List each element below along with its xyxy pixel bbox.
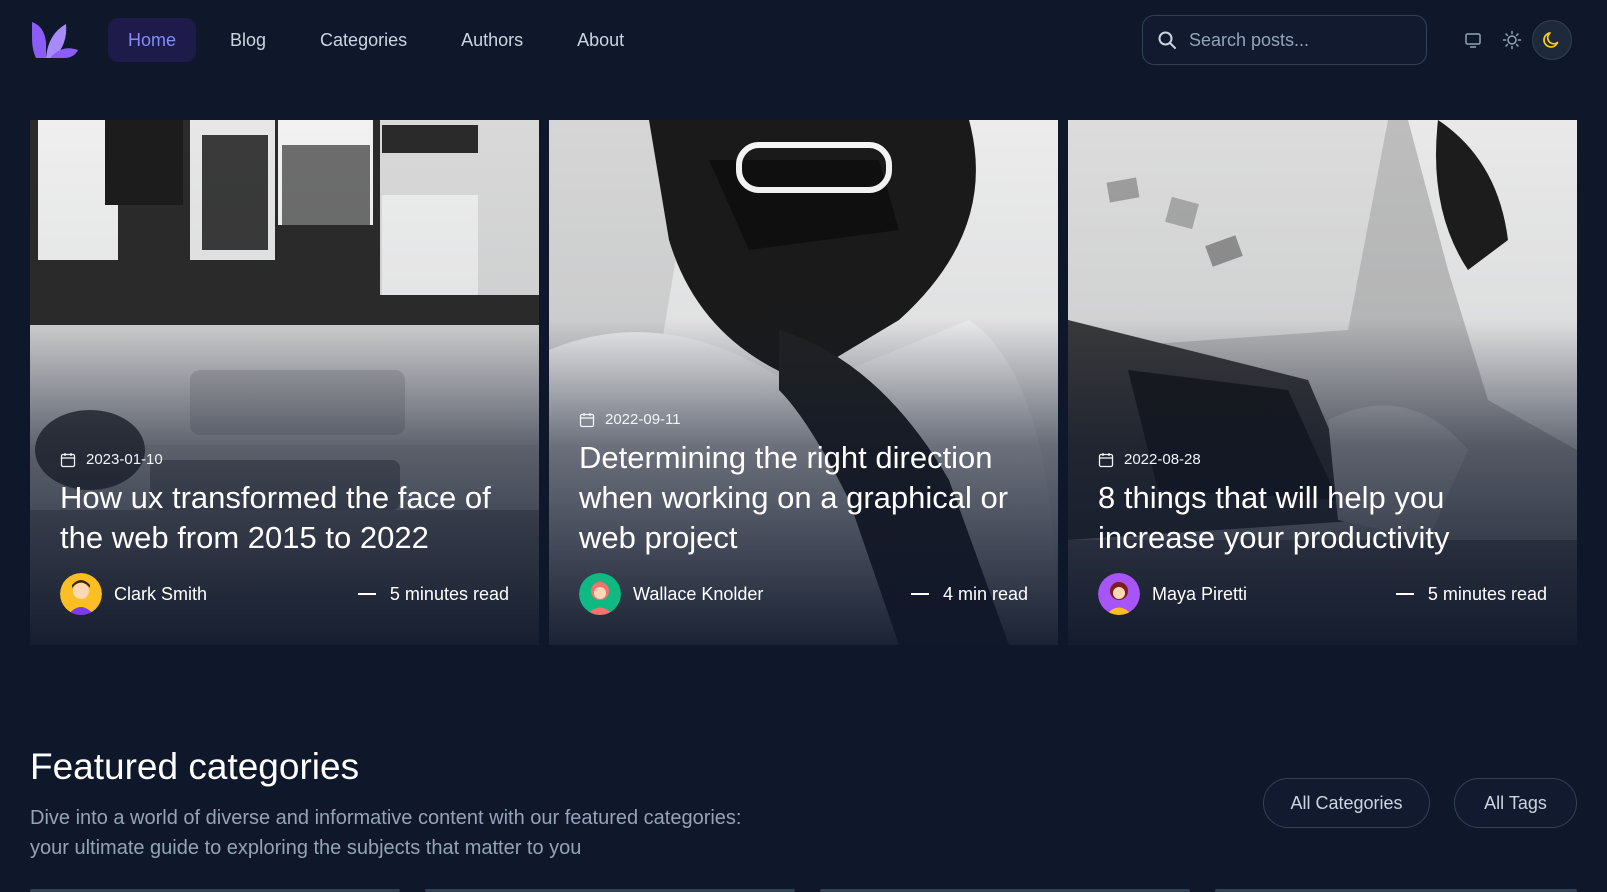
post-title[interactable]: 8 things that will help you increase you…: [1098, 478, 1547, 558]
author-name: Wallace Knolder: [633, 583, 764, 604]
calendar-icon: [579, 412, 595, 427]
nav-categories[interactable]: Categories: [300, 18, 427, 62]
dash-divider: [1395, 593, 1414, 595]
dash-divider: [910, 593, 929, 595]
post-meta: Maya Piretti 5 minutes read: [1098, 573, 1547, 615]
all-categories-button[interactable]: All Categories: [1263, 778, 1430, 828]
post-card[interactable]: 2022-08-28 8 things that will help you i…: [1068, 120, 1577, 645]
system-theme-button[interactable]: [1453, 20, 1493, 60]
sun-icon: [1502, 30, 1522, 50]
avatar: [1098, 573, 1140, 615]
post-cards: 2023-01-10 How ux transformed the face o…: [30, 120, 1577, 645]
dark-theme-button[interactable]: [1532, 20, 1572, 60]
calendar-icon: [1098, 452, 1114, 467]
post-date-text: 2022-08-28: [1124, 451, 1201, 468]
featured-categories-section: Featured categories Dive into a world of…: [30, 745, 1577, 863]
nav-home[interactable]: Home: [108, 18, 197, 62]
card-content: 2023-01-10 How ux transformed the face o…: [60, 451, 509, 615]
post-author[interactable]: Maya Piretti: [1098, 573, 1247, 615]
post-title[interactable]: How ux transformed the face of the web f…: [60, 478, 509, 558]
post-date-text: 2023-01-10: [86, 451, 163, 468]
post-meta: Clark Smith 5 minutes read: [60, 573, 509, 615]
purple-leaf-logo[interactable]: [30, 20, 80, 60]
calendar-icon: [60, 452, 76, 467]
main-nav: Home Blog Categories Authors About: [108, 18, 644, 62]
card-content: 2022-08-28 8 things that will help you i…: [1098, 451, 1547, 615]
dash-divider: [357, 593, 376, 595]
nav-blog[interactable]: Blog: [210, 18, 286, 62]
read-time-text: 5 minutes read: [1427, 583, 1547, 604]
moon-icon: [1543, 32, 1559, 48]
all-tags-button[interactable]: All Tags: [1454, 778, 1577, 828]
read-time-text: 5 minutes read: [389, 583, 509, 604]
search-input[interactable]: [1189, 29, 1409, 51]
nav-about[interactable]: About: [557, 18, 644, 62]
post-author[interactable]: Wallace Knolder: [579, 573, 763, 615]
post-card[interactable]: 2022-09-11 Determining the right directi…: [549, 120, 1058, 645]
post-date-text: 2022-09-11: [605, 411, 681, 428]
avatar: [60, 573, 102, 615]
search-icon: [1158, 31, 1176, 49]
system-icon: [1465, 33, 1481, 48]
author-name: Clark Smith: [114, 583, 208, 604]
read-time: 4 min read: [910, 583, 1028, 605]
post-card[interactable]: 2023-01-10 How ux transformed the face o…: [30, 120, 539, 645]
author-name: Maya Piretti: [1152, 583, 1248, 604]
post-meta: Wallace Knolder 4 min read: [579, 573, 1028, 615]
post-date: 2022-09-11: [579, 411, 1028, 428]
post-title[interactable]: Determining the right direction when wor…: [579, 438, 1028, 558]
read-time: 5 minutes read: [357, 583, 509, 605]
section-description: Dive into a world of diverse and informa…: [30, 807, 742, 859]
post-author[interactable]: Clark Smith: [60, 573, 207, 615]
search-box[interactable]: [1142, 15, 1427, 65]
card-content: 2022-09-11 Determining the right directi…: [579, 411, 1028, 615]
light-theme-button[interactable]: [1492, 20, 1532, 60]
read-time-text: 4 min read: [942, 583, 1028, 604]
post-date: 2023-01-10: [60, 451, 509, 468]
nav-authors[interactable]: Authors: [441, 18, 543, 62]
avatar: [579, 573, 621, 615]
read-time: 5 minutes read: [1395, 583, 1547, 605]
post-date: 2022-08-28: [1098, 451, 1547, 468]
